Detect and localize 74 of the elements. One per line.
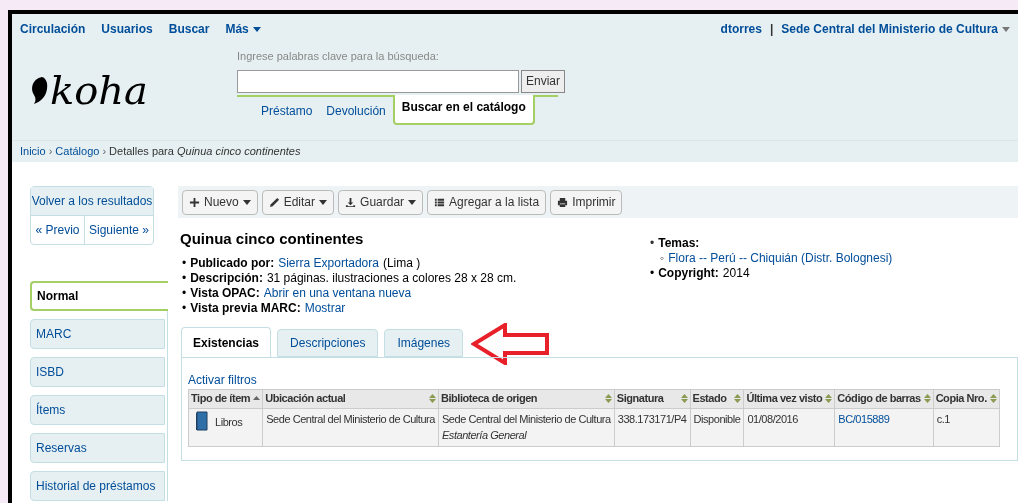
breadcrumb-link[interactable]: Inicio (20, 143, 46, 160)
sidebar-tab[interactable]: Normal (30, 281, 168, 311)
bullet-text: • (182, 300, 187, 316)
record-title: Quinua cinco continentes (180, 229, 365, 249)
search-field[interactable] (237, 69, 519, 93)
book-icon (195, 410, 209, 431)
content-tab[interactable]: Imágenes (384, 328, 464, 357)
shelf-location: Estantería General (441, 428, 528, 443)
nav-link[interactable]: Usuarios (101, 20, 153, 38)
sidebar-tab[interactable]: MARC (30, 319, 165, 349)
next-link[interactable]: Siguiente » (85, 216, 153, 244)
bullet-text: • (182, 270, 187, 286)
previous-link[interactable]: « Previo (31, 216, 85, 244)
bullet-text: • (182, 285, 187, 301)
detail-link[interactable]: Sierra Exportadora (278, 255, 379, 271)
subjects-label: Temas: (658, 236, 700, 251)
pencil-icon (268, 196, 280, 208)
subject-link[interactable]: Flora -- Perú -- Chiquián (Distr. Bolognesi) (668, 251, 893, 266)
list-icon (434, 196, 446, 208)
toolbar-button[interactable]: Nuevo (182, 189, 258, 215)
nav-link[interactable]: Más (225, 20, 261, 38)
content-tab[interactable]: Descripciones (277, 328, 379, 357)
table-cell: c.1 (933, 408, 1000, 446)
filter-link[interactable]: Activar filtros (188, 372, 257, 387)
toolbar-button[interactable]: Guardar (338, 189, 424, 215)
copyright-value: 2014 (722, 266, 750, 281)
detail-value: (Lima ) (382, 255, 421, 271)
bullet-text: • (182, 255, 187, 271)
caret-icon (1002, 27, 1010, 33)
toolbar-button[interactable]: Agregar a la lista (427, 189, 547, 215)
submit-button[interactable]: Enviar (521, 69, 565, 93)
nav-link[interactable]: Circulación (20, 20, 86, 38)
sidebar-tab[interactable]: Historial de préstamos (30, 471, 165, 501)
search-tab[interactable]: Devolución (319, 96, 393, 125)
search-label: Ingrese palabras clave para la búsqueda: (237, 49, 440, 64)
table-cell: 01/08/2016 (743, 408, 835, 446)
copyright-label: Copyright: (658, 266, 719, 281)
detail-label: Vista previa MARC: (190, 300, 301, 316)
download-icon (345, 196, 357, 208)
bullet-text: • (650, 236, 655, 251)
user-link[interactable]: dtorres (720, 20, 762, 38)
barcode-link[interactable]: BC/015889 (838, 412, 890, 425)
breadcrumb-current: Detalles para Quinua cinco continentes (109, 144, 301, 160)
nav-link[interactable]: Buscar (168, 20, 210, 38)
breadcrumb-link[interactable]: Catálogo (55, 143, 100, 160)
sidebar-tab[interactable]: Reservas (30, 433, 165, 463)
library-link[interactable]: Sede Central del Ministerio de Cultura (781, 20, 1010, 38)
detail-label: Vista OPAC: (190, 285, 260, 301)
table-cell: Sede Central del Ministerio de Cultura (262, 408, 439, 446)
breadcrumb-separator: › (47, 144, 54, 160)
table-cell: 338.173171/P4 (614, 408, 691, 446)
bullet-text: • (650, 266, 655, 281)
detail-label: Publicado por: (190, 255, 275, 271)
table-cell-text: Libros (215, 415, 243, 430)
search-tab[interactable]: Buscar en el catálogo (392, 94, 535, 125)
detail-link[interactable]: Mostrar (304, 300, 346, 316)
breadcrumb-separator: › (101, 144, 108, 160)
koha-logo: koha (28, 70, 148, 110)
table-cell: Disponible (690, 408, 744, 446)
back-link[interactable]: Volver a los resultados (31, 187, 153, 216)
content-tab[interactable]: Existencias (181, 326, 272, 358)
printer-icon (557, 196, 569, 208)
sidebar-tab[interactable]: Ítems (30, 395, 165, 425)
plus-icon (189, 196, 200, 208)
detail-label: Descripción: (190, 270, 263, 286)
search-tab[interactable]: Préstamo (254, 96, 320, 125)
sidebar-tab[interactable]: ISBD (30, 357, 165, 387)
separator-text: | (768, 21, 775, 38)
detail-value: 31 páginas. ilustraciones a colores 28 x 28 cm. (266, 270, 517, 286)
bullet-text: ◦ (660, 251, 665, 266)
table-cell-text: Sede Central del Ministerio de Cultura (441, 411, 611, 427)
detail-link[interactable]: Abrir en una ventana nueva (263, 285, 412, 301)
toolbar-button[interactable]: Editar (261, 189, 335, 215)
toolbar-button[interactable]: Imprimir (550, 189, 623, 215)
